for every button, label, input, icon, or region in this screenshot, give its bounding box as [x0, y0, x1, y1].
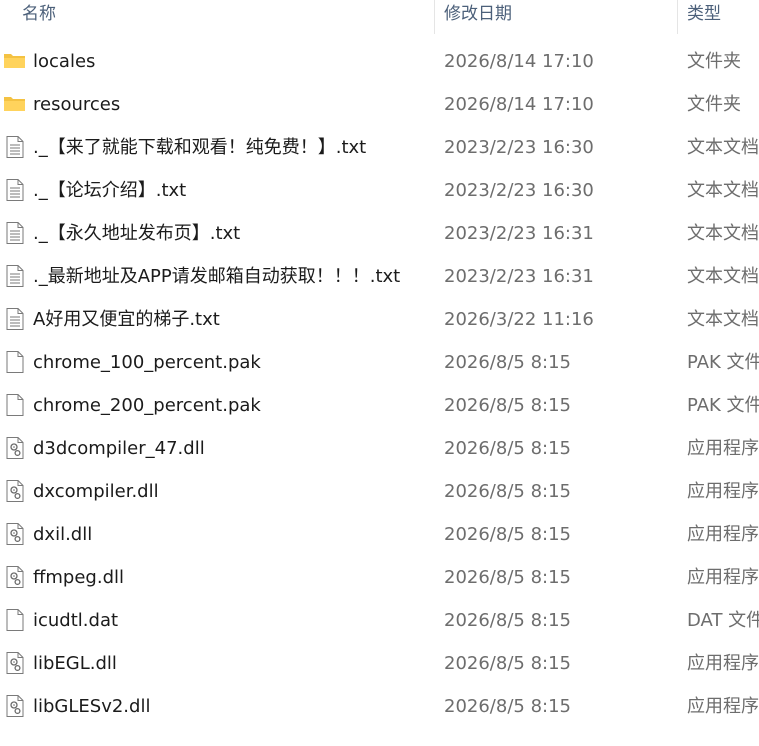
file-row[interactable]: chrome_200_percent.pak 2026/8/5 8:15 PAK 文… [0, 384, 759, 427]
file-modified-date: 2023/2/23 16:31 [444, 266, 594, 287]
column-header-date[interactable]: 修改日期 [444, 0, 512, 32]
file-name: libEGL.dll [33, 653, 117, 674]
file-type: 应用程序扩展 [687, 696, 759, 717]
file-name: chrome_100_percent.pak [33, 352, 261, 373]
file-type: 文本文档 [687, 266, 759, 287]
file-row[interactable]: chrome_100_percent.pak 2026/8/5 8:15 PAK 文… [0, 341, 759, 384]
column-divider[interactable] [434, 0, 435, 34]
dll-file-icon [3, 436, 27, 460]
file-modified-date: 2026/8/5 8:15 [444, 352, 571, 373]
file-modified-date: 2026/8/5 8:15 [444, 696, 571, 717]
file-type: 应用程序扩展 [687, 653, 759, 674]
file-name: d3dcompiler_47.dll [33, 438, 205, 459]
file-type: 应用程序扩展 [687, 567, 759, 588]
file-type: 应用程序扩展 [687, 481, 759, 502]
file-modified-date: 2026/8/5 8:15 [444, 438, 571, 459]
file-row[interactable]: A好用又便宜的梯子.txt 2026/3/22 11:16 文本文档 [0, 298, 759, 341]
file-modified-date: 2026/8/5 8:15 [444, 610, 571, 631]
text-file-icon [3, 221, 27, 245]
file-name: resources [33, 94, 121, 115]
text-file-icon [3, 307, 27, 331]
file-type: 应用程序扩展 [687, 524, 759, 545]
blank-file-icon [3, 350, 27, 374]
file-row[interactable]: ._【论坛介绍】.txt 2023/2/23 16:30 文本文档 [0, 169, 759, 212]
file-name: ._【来了就能下载和观看！纯免费！】.txt [33, 137, 367, 158]
file-type: PAK 文件 [687, 395, 759, 416]
file-row[interactable]: d3dcompiler_47.dll 2026/8/5 8:15 应用程序扩展 [0, 427, 759, 470]
column-divider[interactable] [677, 0, 678, 34]
file-modified-date: 2026/8/5 8:15 [444, 653, 571, 674]
file-row[interactable]: ._【永久地址发布页】.txt 2023/2/23 16:31 文本文档 [0, 212, 759, 255]
file-modified-date: 2023/2/23 16:30 [444, 180, 594, 201]
folder-icon [3, 92, 27, 116]
file-type: 应用程序扩展 [687, 438, 759, 459]
file-name: dxil.dll [33, 524, 93, 545]
file-row[interactable]: ffmpeg.dll 2026/8/5 8:15 应用程序扩展 [0, 556, 759, 599]
dll-file-icon [3, 565, 27, 589]
blank-file-icon [3, 393, 27, 417]
dll-file-icon [3, 522, 27, 546]
file-type: 文本文档 [687, 223, 759, 244]
file-modified-date: 2026/8/14 17:10 [444, 94, 594, 115]
file-type: 文件夹 [687, 51, 741, 72]
text-file-icon [3, 178, 27, 202]
file-row[interactable]: icudtl.dat 2026/8/5 8:15 DAT 文件 [0, 599, 759, 642]
file-name: ._最新地址及APP请发邮箱自动获取！！！.txt [33, 266, 401, 287]
file-row[interactable]: libGLESv2.dll 2026/8/5 8:15 应用程序扩展 [0, 685, 759, 728]
file-row[interactable]: dxcompiler.dll 2026/8/5 8:15 应用程序扩展 [0, 470, 759, 513]
file-modified-date: 2026/8/5 8:15 [444, 567, 571, 588]
file-modified-date: 2026/3/22 11:16 [444, 309, 594, 330]
file-name: dxcompiler.dll [33, 481, 159, 502]
file-type: 文本文档 [687, 180, 759, 201]
text-file-icon [3, 264, 27, 288]
file-modified-date: 2023/2/23 16:31 [444, 223, 594, 244]
file-name: A好用又便宜的梯子.txt [33, 309, 220, 330]
dll-file-icon [3, 651, 27, 675]
file-modified-date: 2026/8/5 8:15 [444, 524, 571, 545]
file-list: locales 2026/8/14 17:10 文件夹 resources 2026/8… [0, 40, 759, 728]
file-name: icudtl.dat [33, 610, 119, 631]
file-row[interactable]: ._【来了就能下载和观看！纯免费！】.txt 2023/2/23 16:30 文本文… [0, 126, 759, 169]
file-type: PAK 文件 [687, 352, 759, 373]
text-file-icon [3, 135, 27, 159]
dll-file-icon [3, 694, 27, 718]
file-type: 文本文档 [687, 137, 759, 158]
file-name: chrome_200_percent.pak [33, 395, 261, 416]
column-header-name[interactable]: 名称 [22, 0, 56, 32]
file-row[interactable]: locales 2026/8/14 17:10 文件夹 [0, 40, 759, 83]
file-type: 文件夹 [687, 94, 741, 115]
dll-file-icon [3, 479, 27, 503]
file-name: libGLESv2.dll [33, 696, 151, 717]
file-type: 文本文档 [687, 309, 759, 330]
file-modified-date: 2026/8/5 8:15 [444, 481, 571, 502]
file-name: locales [33, 51, 96, 72]
file-modified-date: 2026/8/14 17:10 [444, 51, 594, 72]
blank-file-icon [3, 608, 27, 632]
file-modified-date: 2026/8/5 8:15 [444, 395, 571, 416]
file-row[interactable]: dxil.dll 2026/8/5 8:15 应用程序扩展 [0, 513, 759, 556]
file-name: ffmpeg.dll [33, 567, 125, 588]
file-row[interactable]: libEGL.dll 2026/8/5 8:15 应用程序扩展 [0, 642, 759, 685]
file-type: DAT 文件 [687, 610, 759, 631]
column-header-bar: 名称 修改日期 类型 [0, 0, 759, 34]
folder-icon [3, 49, 27, 73]
file-row[interactable]: ._最新地址及APP请发邮箱自动获取！！！.txt 2023/2/23 16:31… [0, 255, 759, 298]
file-name: ._【论坛介绍】.txt [33, 180, 187, 201]
column-header-type[interactable]: 类型 [687, 0, 721, 32]
file-name: ._【永久地址发布页】.txt [33, 223, 241, 244]
file-modified-date: 2023/2/23 16:30 [444, 137, 594, 158]
file-row[interactable]: resources 2026/8/14 17:10 文件夹 [0, 83, 759, 126]
